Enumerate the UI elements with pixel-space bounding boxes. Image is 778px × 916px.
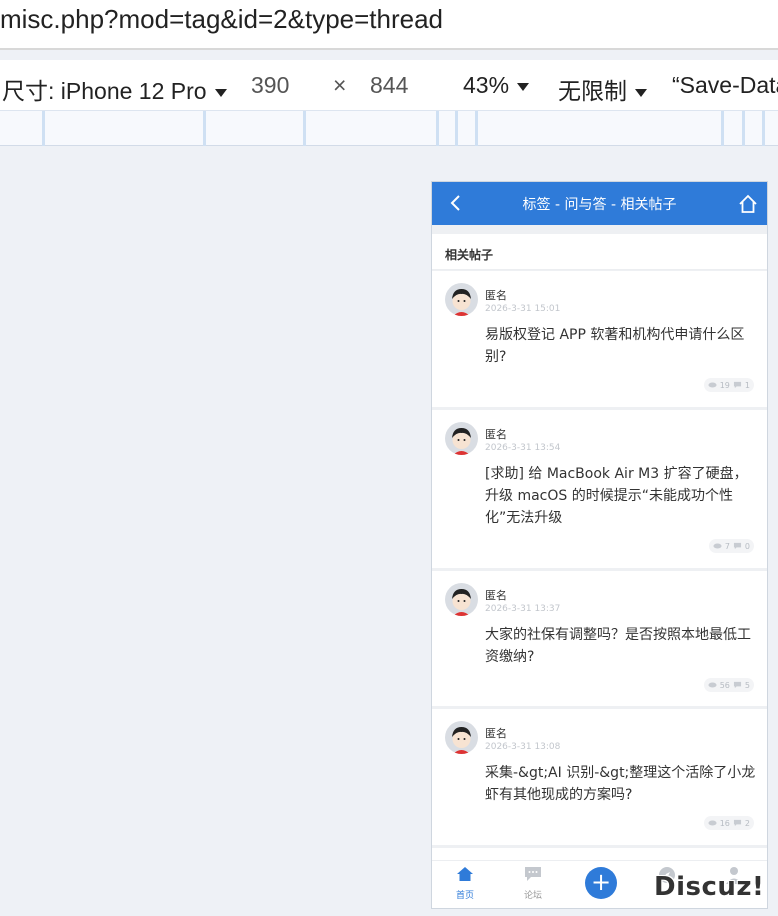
address-bar[interactable]: misc.php?mod=tag&id=2&type=thread — [0, 0, 778, 50]
zoom-label: 43% — [463, 72, 510, 98]
list-item[interactable]: 匿名 2026-3-31 13:54 [求助] 给 MacBook Air M3… — [432, 410, 767, 568]
reply-count: 0 — [744, 541, 750, 551]
list-item[interactable]: 匿名 2026-3-31 13:37 大家的社保有调整吗？是否按照本地最低工资缴… — [432, 571, 767, 706]
ruler-tick — [436, 111, 439, 146]
save-data-select[interactable]: “Save-Data — [672, 72, 778, 99]
view-count: 56 — [719, 680, 730, 690]
post-stats: 7 0 — [708, 539, 754, 553]
list-item[interactable]: 匿名 2026-3-31 15:01 易版权登记 APP 软著和机构代申请什么区… — [432, 271, 767, 407]
tab-forum-label: 论坛 — [523, 891, 542, 901]
eye-icon — [713, 543, 722, 549]
post-time: 2026-3-31 13:54 — [485, 443, 561, 453]
chat-bubble-icon — [525, 867, 541, 881]
author-name[interactable]: 匿名 — [485, 426, 507, 442]
avatar-icon — [452, 727, 471, 754]
author-name[interactable]: 匿名 — [485, 287, 507, 303]
media-query-ruler[interactable] — [0, 110, 778, 146]
comment-icon — [733, 819, 741, 827]
reply-count: 1 — [744, 380, 750, 390]
eye-icon — [708, 382, 717, 388]
view-count: 19 — [719, 380, 730, 390]
eye-icon — [708, 682, 717, 688]
list-item[interactable]: 匿名 2026-3-31 13:08 采集-&gt;AI 识别-&gt;整理这个… — [432, 709, 767, 845]
discuz-watermark: Discuz! — [654, 872, 765, 902]
home-icon[interactable] — [738, 194, 758, 214]
device-select-label: 尺寸: iPhone 12 Pro — [2, 78, 207, 104]
width-input[interactable]: 390 — [251, 72, 289, 99]
throttle-label: 无限制 — [558, 78, 627, 104]
chevron-down-icon — [635, 88, 647, 97]
eye-icon — [708, 820, 717, 826]
device-toolbar: 尺寸: iPhone 12 Pro 390 × 844 43% 无限制 “Sav… — [0, 60, 778, 110]
reply-count: 2 — [744, 818, 750, 828]
device-viewport: 标签 - 问与答 - 相关帖子 相关帖子 匿名 2026-3-31 15:01 … — [431, 181, 768, 909]
chevron-down-icon — [517, 82, 530, 91]
avatar-icon — [452, 589, 471, 616]
post-title[interactable]: 易版权登记 APP 软著和机构代申请什么区别? — [485, 324, 757, 368]
post-title[interactable]: 大家的社保有调整吗？是否按照本地最低工资缴纳? — [485, 624, 757, 668]
ruler-tick — [742, 111, 745, 146]
avatar-icon — [452, 428, 471, 455]
url-text[interactable]: misc.php?mod=tag&id=2&type=thread — [0, 4, 443, 35]
reply-count: 5 — [744, 680, 750, 690]
author-name[interactable]: 匿名 — [485, 725, 507, 741]
avatar-icon — [452, 289, 471, 316]
ruler-tick — [762, 111, 765, 146]
post-time: 2026-3-31 13:37 — [485, 604, 561, 614]
post-title[interactable]: 采集-&gt;AI 识别-&gt;整理这个活除了小龙虾有其他现成的方案吗? — [485, 762, 757, 806]
new-post-button[interactable]: + — [585, 867, 617, 899]
post-title[interactable]: [求助] 给 MacBook Air M3 扩容了硬盘，升级 macOS 的时候… — [485, 463, 757, 529]
avatar[interactable] — [445, 583, 478, 616]
post-stats: 56 5 — [703, 678, 754, 692]
comment-icon — [733, 381, 741, 389]
mobile-header: 标签 - 问与答 - 相关帖子 — [432, 182, 767, 225]
post-time: 2026-3-31 15:01 — [485, 304, 561, 314]
chevron-down-icon — [214, 88, 227, 97]
comment-icon — [733, 542, 741, 550]
section-header: 相关帖子 — [432, 234, 767, 270]
post-stats: 19 1 — [703, 378, 754, 392]
page-title: 标签 - 问与答 - 相关帖子 — [522, 197, 677, 213]
home-icon — [457, 867, 473, 881]
height-input[interactable]: 844 — [370, 72, 408, 99]
ruler-tick — [455, 111, 458, 146]
throttle-select[interactable]: 无限制 — [558, 72, 647, 106]
post-stats: 16 2 — [703, 816, 754, 830]
section-title: 相关帖子 — [445, 248, 494, 262]
ruler-tick — [42, 111, 45, 146]
view-count: 7 — [724, 541, 730, 551]
zoom-select[interactable]: 43% — [463, 72, 530, 99]
avatar[interactable] — [445, 721, 478, 754]
ruler-tick — [303, 111, 306, 146]
author-name[interactable]: 匿名 — [485, 587, 507, 603]
tab-forum[interactable]: 论坛 — [513, 866, 553, 901]
times-label: × — [333, 72, 347, 98]
tab-home[interactable]: 首页 — [445, 866, 485, 901]
avatar[interactable] — [445, 283, 478, 316]
tab-home-label: 首页 — [455, 891, 474, 901]
ruler-tick — [475, 111, 478, 146]
view-count: 16 — [719, 818, 730, 828]
ruler-tick — [203, 111, 206, 146]
comment-icon — [733, 681, 741, 689]
device-select[interactable]: 尺寸: iPhone 12 Pro — [2, 72, 227, 106]
ruler-tick — [721, 111, 724, 146]
avatar[interactable] — [445, 422, 478, 455]
post-time: 2026-3-31 13:08 — [485, 742, 561, 752]
